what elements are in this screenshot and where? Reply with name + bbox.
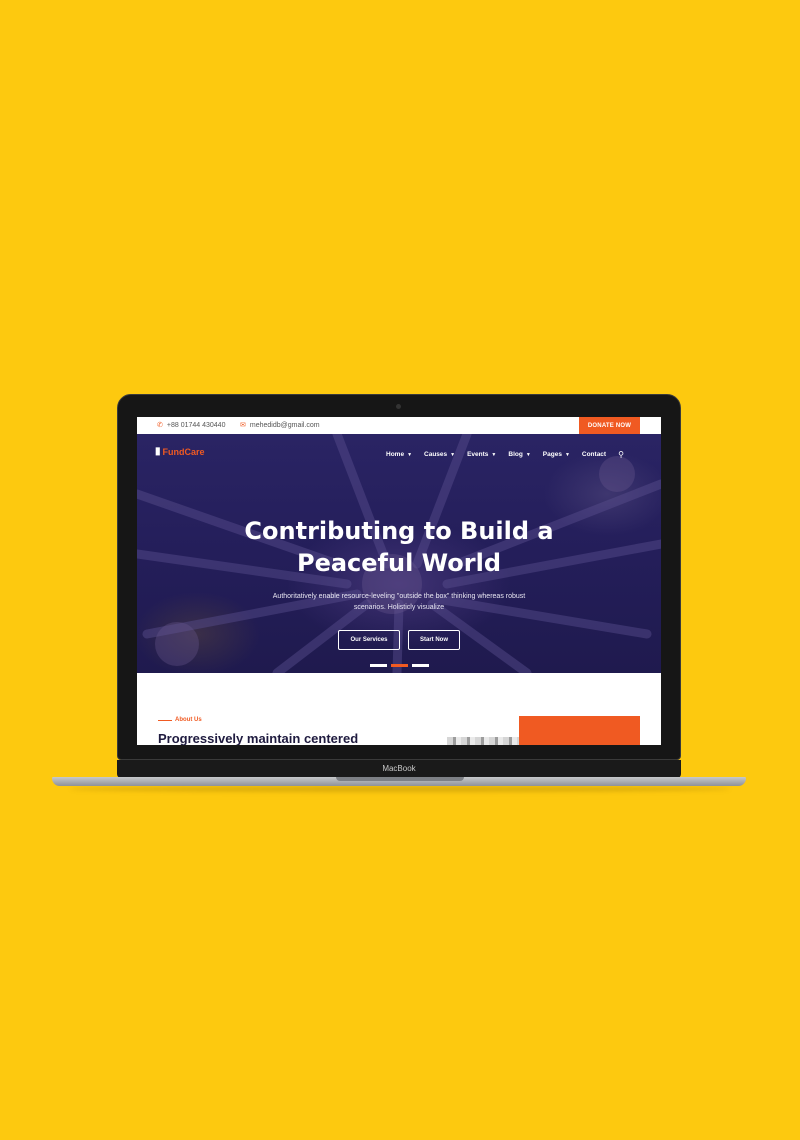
logo-text: FundCare [162, 446, 205, 457]
hero-section: ▮ FundCare Home ▼ Causes ▼ Events ▼ Blog… [137, 434, 661, 673]
slider-dots [137, 664, 661, 667]
hero-title-line-1: Contributing to Build a [244, 517, 554, 545]
top-bar: ✆ +88 01744 430440 ✉ mehedidb@gmail.com … [137, 417, 661, 434]
eyebrow-line [158, 719, 172, 721]
caret-down-icon: ▼ [450, 451, 456, 458]
hero-subtitle-line-1: Authoritatively enable resource-leveling… [272, 593, 526, 600]
about-image [447, 737, 519, 745]
fundcare-logo[interactable]: ▮ FundCare [155, 446, 205, 457]
nav-item-blog[interactable]: Blog ▼ [508, 451, 530, 458]
phone-number: +88 01744 430440 [166, 421, 226, 429]
slider-dot[interactable] [369, 664, 387, 667]
about-accent-block [519, 716, 640, 745]
laptop-screen: ✆ +88 01744 430440 ✉ mehedidb@gmail.com … [137, 417, 661, 745]
nav-item-events[interactable]: Events ▼ [467, 451, 496, 458]
start-now-button[interactable]: Start Now [408, 630, 460, 650]
search-icon[interactable]: ⚲ [618, 450, 624, 459]
phone-icon: ✆ [157, 422, 163, 429]
nav-item-pages[interactable]: Pages ▼ [543, 451, 570, 458]
hero-subtitle-line-2: scenarios. Holisticly visualize [353, 604, 445, 611]
main-navigation: Home ▼ Causes ▼ Events ▼ Blog ▼ Pages ▼ … [386, 450, 624, 459]
about-section: About Us Progressively maintain centered [137, 673, 661, 745]
hero-title: Contributing to Build a Peaceful World [137, 515, 661, 579]
slider-dot-active[interactable] [390, 664, 408, 667]
caret-down-icon: ▼ [491, 451, 497, 458]
nav-item-label: Pages [542, 451, 562, 458]
nav-item-label: Causes [424, 451, 448, 458]
about-eyebrow-label: About Us [175, 717, 202, 723]
our-services-button[interactable]: Our Services [338, 630, 400, 650]
camera [396, 404, 401, 409]
hero-subtitle: Authoritatively enable resource-leveling… [232, 591, 566, 613]
envelope-icon: ✉ [240, 422, 246, 429]
topbar-email[interactable]: ✉ mehedidb@gmail.com [240, 421, 320, 430]
hero-title-line-2: Peaceful World [296, 549, 502, 577]
laptop-brand-label: MacBook [382, 764, 416, 773]
donate-now-button[interactable]: DONATE NOW [579, 417, 640, 434]
caret-down-icon: ▼ [525, 451, 531, 458]
nav-item-contact[interactable]: Contact [582, 451, 606, 458]
nav-item-label: Home [386, 451, 405, 458]
about-heading: Progressively maintain centered [158, 731, 359, 745]
nav-item-home[interactable]: Home ▼ [386, 451, 412, 458]
nav-item-label: Contact [581, 451, 607, 458]
about-eyebrow: About Us [158, 717, 202, 723]
caret-down-icon: ▼ [407, 451, 413, 458]
nav-item-label: Events [467, 451, 489, 458]
email-address: mehedidb@gmail.com [249, 421, 320, 429]
laptop-shadow [70, 786, 730, 792]
slider-dot[interactable] [411, 664, 429, 667]
nav-item-causes[interactable]: Causes ▼ [424, 451, 455, 458]
caret-down-icon: ▼ [564, 451, 570, 458]
logo-mark-icon: ▮ [155, 446, 161, 457]
topbar-phone[interactable]: ✆ +88 01744 430440 [157, 421, 226, 430]
hero-buttons: Our Services Start Now [137, 630, 661, 650]
nav-item-label: Blog [508, 451, 523, 458]
laptop-notch [336, 777, 464, 781]
